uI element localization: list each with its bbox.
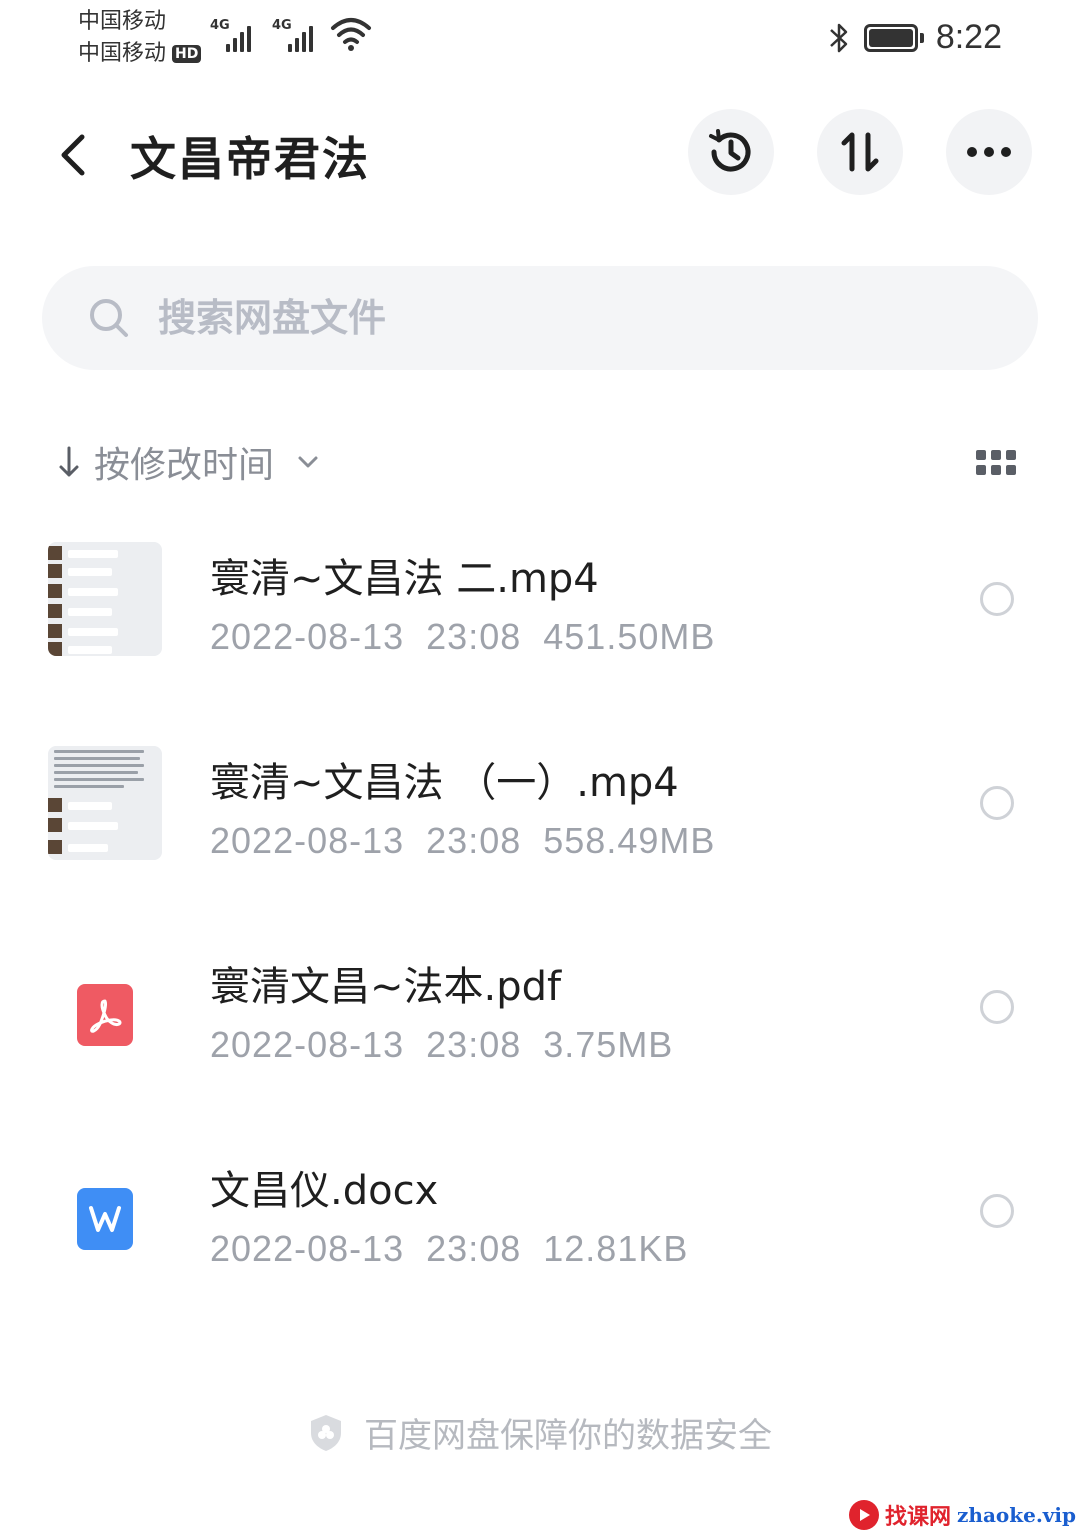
more-icon	[967, 147, 1011, 157]
file-name: 寰清~文昌法 二.mp4	[210, 556, 599, 602]
file-date: 2022-08-13	[210, 616, 405, 657]
status-time: 8:22	[935, 18, 1002, 56]
select-radio[interactable]	[980, 582, 1014, 616]
carrier-info: 中国移动 中国移动 HD	[78, 6, 202, 70]
more-button[interactable]	[946, 109, 1032, 195]
back-button[interactable]	[48, 125, 98, 185]
file-meta: 2022-08-13 23:08 12.81KB	[210, 1228, 710, 1270]
grid-view-icon[interactable]	[976, 450, 1018, 480]
sort-toggle[interactable]: 按修改时间	[58, 436, 320, 488]
file-name: 寰清文昌~法本.pdf	[210, 964, 562, 1010]
carrier-2: 中国移动	[78, 41, 167, 66]
shield-icon	[311, 1414, 341, 1451]
status-bar: 中国移动 中国移动 HD 4G 4G 8:22	[0, 0, 1080, 80]
battery-icon	[863, 22, 924, 54]
sort-transfer-icon	[841, 132, 879, 172]
security-note-text: 百度网盘保障你的数据安全	[364, 1416, 772, 1456]
file-list: 寰清~文昌法 二.mp4 2022-08-13 23:08 451.50MB 寰清~…	[0, 520, 1080, 1336]
file-size: 3.75MB	[543, 1024, 674, 1065]
search-bar[interactable]	[42, 266, 1038, 370]
file-time: 23:08	[426, 820, 522, 861]
video-thumbnail	[48, 542, 162, 656]
pdf-file-icon	[77, 984, 133, 1046]
transfer-button[interactable]	[817, 109, 903, 195]
signal-icon: 4G	[210, 18, 260, 52]
file-row[interactable]: 寰清~文昌法 （一）.mp4 2022-08-13 23:08 558.49MB	[0, 724, 1080, 928]
carrier-1: 中国移动	[78, 9, 167, 34]
signal-group: 4G 4G	[210, 18, 322, 52]
back-arrow-icon	[61, 134, 85, 176]
search-input[interactable]	[158, 296, 858, 340]
signal-icon: 4G	[272, 18, 322, 52]
file-row[interactable]: 寰清文昌~法本.pdf 2022-08-13 23:08 3.75MB	[0, 928, 1080, 1132]
file-date: 2022-08-13	[210, 820, 405, 861]
file-time: 23:08	[426, 616, 522, 657]
file-time: 23:08	[426, 1228, 522, 1269]
arrow-down-icon	[59, 446, 79, 477]
file-name: 寰清~文昌法 （一）.mp4	[210, 760, 679, 806]
file-date: 2022-08-13	[210, 1024, 405, 1065]
hd-badge: HD	[172, 45, 202, 63]
watermark-url: zhaoke.vip	[957, 1503, 1076, 1527]
file-size: 451.50MB	[543, 616, 716, 657]
file-row[interactable]: 文昌仪.docx 2022-08-13 23:08 12.81KB	[0, 1132, 1080, 1336]
bluetooth-icon	[829, 23, 848, 52]
watermark: 找课网 zhaoke.vip	[849, 1499, 1076, 1531]
history-icon	[709, 129, 751, 172]
file-meta: 2022-08-13 23:08 558.49MB	[210, 820, 737, 862]
file-size: 12.81KB	[543, 1228, 689, 1269]
search-icon	[90, 299, 128, 337]
chevron-down-icon	[298, 456, 318, 468]
page-title: 文昌帝君法	[130, 132, 370, 186]
file-meta: 2022-08-13 23:08 3.75MB	[210, 1024, 695, 1066]
select-radio[interactable]	[980, 786, 1014, 820]
file-row[interactable]: 寰清~文昌法 二.mp4 2022-08-13 23:08 451.50MB	[0, 520, 1080, 724]
watermark-text: 找课网	[885, 1504, 952, 1530]
select-radio[interactable]	[980, 1194, 1014, 1228]
file-date: 2022-08-13	[210, 1228, 405, 1269]
word-file-icon	[77, 1188, 133, 1250]
header: 文昌帝君法	[0, 105, 1080, 205]
sort-label: 按修改时间	[94, 445, 275, 486]
right-status: 8:22	[826, 18, 1002, 57]
file-meta: 2022-08-13 23:08 451.50MB	[210, 616, 737, 658]
wifi-icon	[331, 18, 371, 51]
file-time: 23:08	[426, 1024, 522, 1065]
sort-row: 按修改时间	[0, 430, 1080, 500]
file-size: 558.49MB	[543, 820, 716, 861]
security-note: 百度网盘保障你的数据安全	[0, 1408, 1080, 1457]
video-thumbnail	[48, 746, 162, 860]
history-button[interactable]	[688, 109, 774, 195]
select-radio[interactable]	[980, 990, 1014, 1024]
play-icon	[849, 1500, 880, 1530]
file-name: 文昌仪.docx	[210, 1168, 439, 1214]
